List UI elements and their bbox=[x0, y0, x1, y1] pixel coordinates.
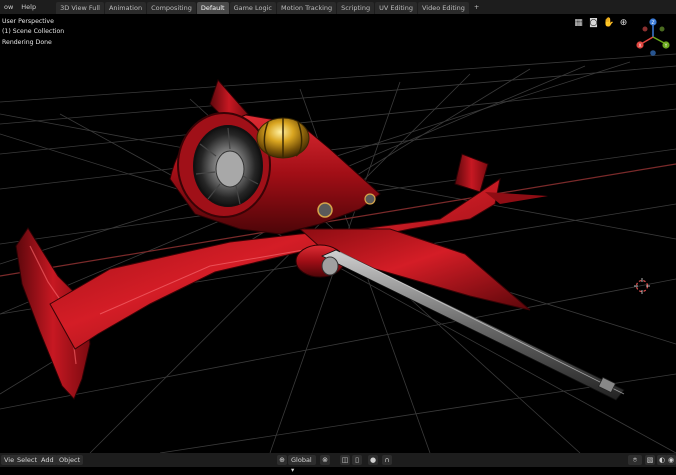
tab-video-editing[interactable]: Video Editing bbox=[418, 1, 469, 14]
tab-game-logic[interactable]: Game Logic bbox=[229, 1, 276, 14]
viewport-scene bbox=[0, 53, 676, 453]
tab-motion-tracking[interactable]: Motion Tracking bbox=[277, 1, 337, 14]
3d-cursor bbox=[634, 278, 650, 294]
camera-icon[interactable]: ◙ bbox=[588, 18, 599, 29]
add-workspace-button[interactable]: + bbox=[470, 3, 483, 11]
select-menu[interactable]: Select bbox=[14, 455, 41, 465]
viewport-info: User Perspective (1) Scene Collection Re… bbox=[2, 17, 64, 48]
xray-icon[interactable]: ▧ bbox=[645, 455, 655, 465]
hull-light-1 bbox=[317, 202, 333, 218]
workspace-topbar: ow Help 3D View Full Animation Compositi… bbox=[0, 0, 676, 14]
pivot-icon[interactable]: ⊗ bbox=[320, 455, 330, 465]
hand-icon[interactable]: ✋ bbox=[603, 18, 614, 29]
tab-animation[interactable]: Animation bbox=[104, 1, 147, 14]
menu-window[interactable]: ow bbox=[0, 0, 17, 14]
3d-viewport[interactable]: User Perspective (1) Scene Collection Re… bbox=[0, 14, 676, 453]
object-menu[interactable]: Object bbox=[56, 455, 84, 465]
transform-orientation-dropdown[interactable]: Global ▾ bbox=[288, 455, 316, 474]
tab-uv-editing[interactable]: UV Editing bbox=[375, 1, 417, 14]
hull-light-2 bbox=[364, 193, 376, 205]
overlay-icon[interactable]: ⌾ bbox=[628, 455, 642, 465]
transform-orientation-value: Global bbox=[291, 456, 312, 464]
gizmo-y-label: Y bbox=[664, 43, 668, 49]
right-tail-fin bbox=[454, 153, 489, 193]
add-menu[interactable]: Add bbox=[38, 455, 57, 465]
zoom-icon[interactable]: ⊕ bbox=[618, 18, 629, 29]
tab-default[interactable]: Default bbox=[196, 1, 229, 14]
orientation-icon[interactable]: ⊕ bbox=[277, 455, 287, 465]
menu-help[interactable]: Help bbox=[17, 0, 40, 14]
grid-icon[interactable]: ▦ bbox=[573, 18, 584, 29]
chevron-down-icon: ▾ bbox=[291, 466, 295, 474]
view-name: User Perspective bbox=[2, 18, 54, 25]
falloff-icon[interactable]: ∩ bbox=[382, 455, 392, 465]
render-status: Rendering Done bbox=[2, 38, 52, 46]
shading-render-icon[interactable]: ◉ bbox=[666, 455, 676, 465]
tab-3d-view-full[interactable]: 3D View Full bbox=[56, 1, 104, 14]
viewport-nav-icons: ▦ ◙ ✋ ⊕ bbox=[573, 18, 629, 29]
navigation-gizmo[interactable]: Z X Y bbox=[632, 16, 674, 58]
snap-target-icon[interactable]: ▯ bbox=[352, 455, 362, 465]
tab-compositing[interactable]: Compositing bbox=[147, 1, 196, 14]
viewport-header-bottom: View Select Add Object ⊕ Global ▾ ⊗ ◫ ▯ … bbox=[0, 453, 676, 474]
snap-icon[interactable]: ◫ bbox=[340, 455, 350, 465]
collection-name: (1) Scene Collection bbox=[2, 28, 65, 36]
gizmo-z-label: Z bbox=[651, 20, 654, 26]
proportional-edit-icon[interactable]: ● bbox=[368, 455, 378, 465]
gizmo-x-label: X bbox=[638, 43, 641, 49]
tab-scripting[interactable]: Scripting bbox=[337, 1, 375, 14]
